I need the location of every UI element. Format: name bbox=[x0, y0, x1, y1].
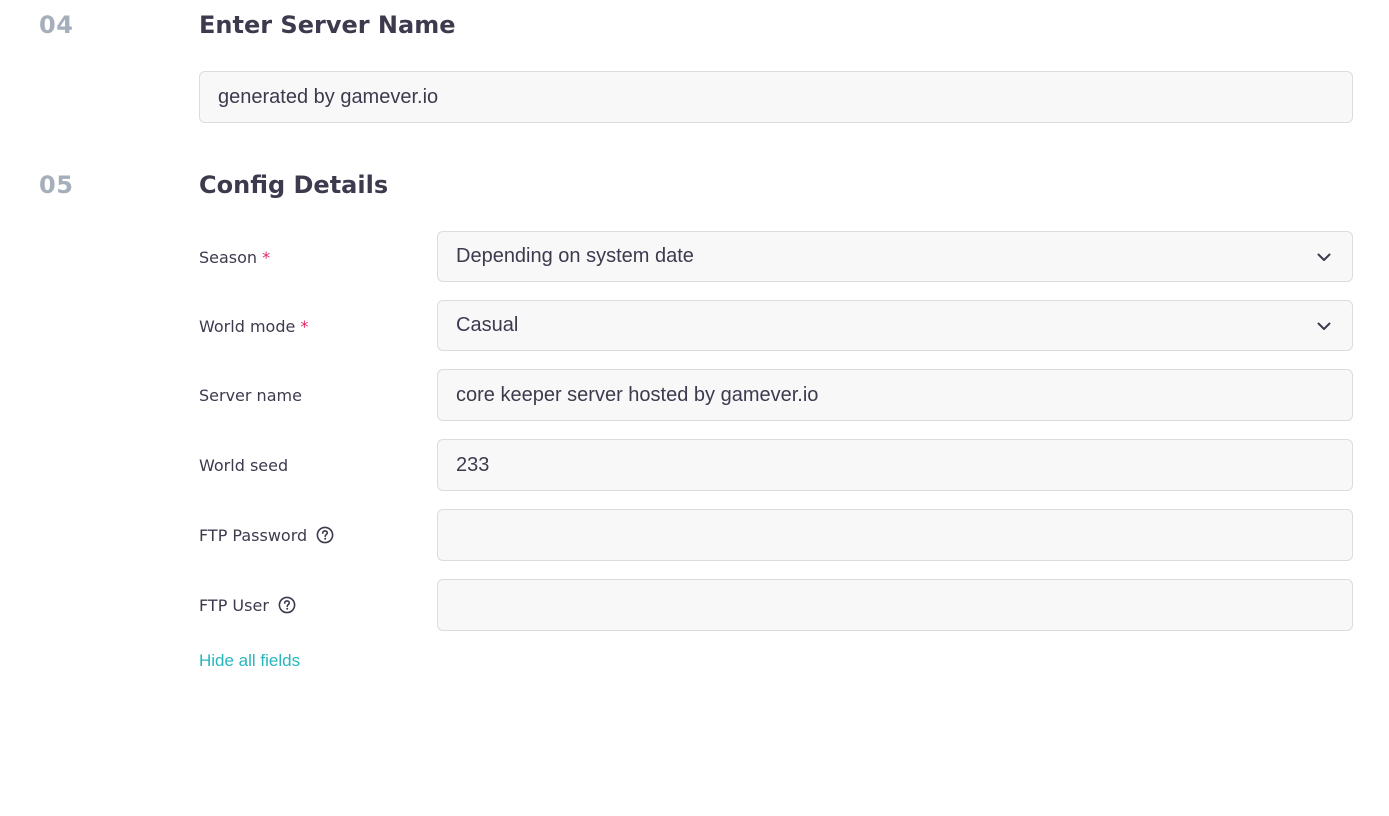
step-title-config-details: Config Details bbox=[199, 171, 389, 199]
world-seed-field[interactable]: 233 bbox=[437, 439, 1353, 491]
ftp-password-label: FTP Password bbox=[199, 523, 334, 547]
question-circle-icon[interactable] bbox=[316, 526, 334, 544]
world-mode-select[interactable]: Casual bbox=[437, 300, 1353, 351]
server-name-label: Server name bbox=[199, 383, 302, 407]
step-number-05: 05 bbox=[39, 171, 74, 199]
hide-all-fields-link[interactable]: Hide all fields bbox=[199, 651, 300, 671]
chevron-down-icon bbox=[1317, 322, 1331, 330]
ftp-password-label-text: FTP Password bbox=[199, 525, 308, 545]
world-mode-required-mark: * bbox=[300, 316, 309, 336]
ftp-user-field[interactable] bbox=[437, 579, 1353, 631]
server-name-input[interactable]: generated by gamever.io bbox=[199, 71, 1353, 123]
world-mode-label: World mode * bbox=[199, 314, 308, 338]
season-select[interactable]: Depending on system date bbox=[437, 231, 1353, 282]
season-required-mark: * bbox=[262, 247, 271, 267]
world-mode-select-value: Casual bbox=[456, 314, 519, 336]
server-name-field-value: core keeper server hosted by gamever.io bbox=[456, 383, 819, 406]
step-title-enter-server-name: Enter Server Name bbox=[199, 11, 456, 39]
world-mode-label-text: World mode bbox=[199, 316, 296, 336]
step-number-04: 04 bbox=[39, 11, 74, 39]
question-circle-icon[interactable] bbox=[278, 596, 296, 614]
chevron-down-icon bbox=[1317, 253, 1331, 261]
world-seed-field-value: 233 bbox=[456, 453, 490, 476]
world-seed-label-text: World seed bbox=[199, 455, 289, 475]
season-label: Season * bbox=[199, 245, 270, 269]
server-name-field[interactable]: core keeper server hosted by gamever.io bbox=[437, 369, 1353, 421]
season-label-text: Season bbox=[199, 247, 258, 267]
ftp-user-label: FTP User bbox=[199, 593, 296, 617]
world-seed-label: World seed bbox=[199, 453, 288, 477]
server-name-input-value: generated by gamever.io bbox=[218, 85, 439, 108]
ftp-password-field[interactable] bbox=[437, 509, 1353, 561]
season-select-value: Depending on system date bbox=[456, 245, 694, 267]
server-config-page: 04 Enter Server Name generated by gameve… bbox=[0, 0, 1389, 816]
ftp-user-label-text: FTP User bbox=[199, 595, 269, 615]
server-name-label-text: Server name bbox=[199, 385, 302, 405]
